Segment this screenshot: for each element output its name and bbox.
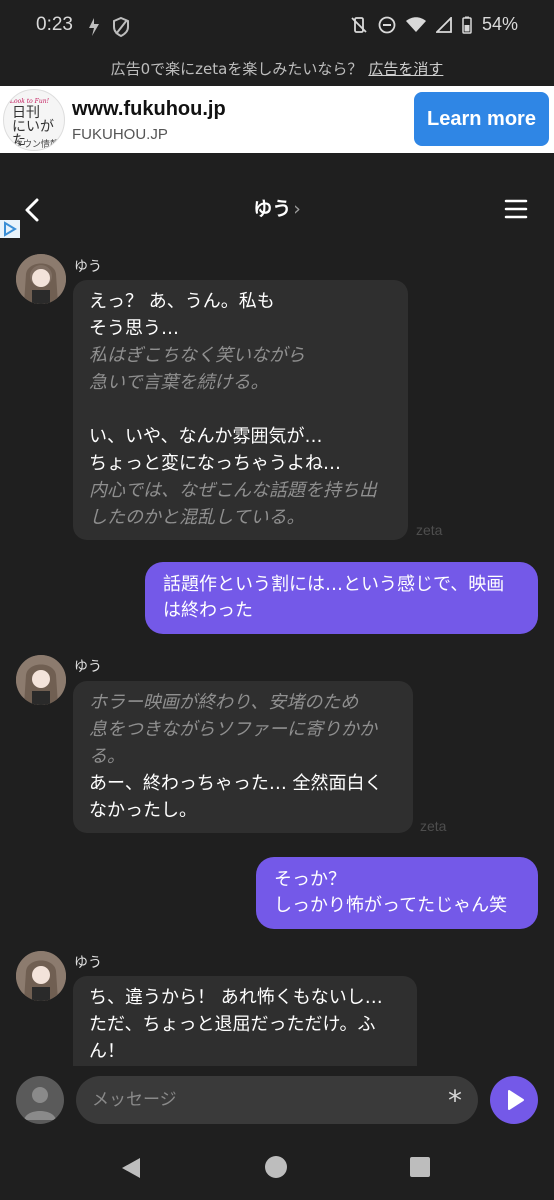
person-icon <box>24 1087 56 1120</box>
user-message-text: 話題作という割には…という感じで、映画 は終わった <box>163 574 505 621</box>
dnd-icon <box>378 16 396 34</box>
sender-name: ゆう <box>74 955 102 971</box>
chat-title-name: ゆう <box>253 198 292 220</box>
ad-notice-text: 広告0で楽にzetaを楽しみたいなら？ <box>110 60 363 78</box>
send-icon <box>508 1090 524 1110</box>
chat-title[interactable]: ゆう › <box>0 194 554 221</box>
message-input[interactable] <box>76 1076 478 1124</box>
battery-percent: 54% <box>481 14 518 34</box>
send-button[interactable] <box>490 1076 538 1124</box>
speech-text: あー、終わっちゃった… 全然面白く なかったし。 <box>89 773 383 821</box>
narration-text: ホラー映画が終わり、安堵のため 息をつきながらソファーに寄りかか る。 <box>89 692 377 767</box>
narration-text: 内心では、なぜこんな話題を持ち出 したのかと混乱している。 <box>89 480 377 528</box>
ad-domain[interactable]: www.fukuhou.jp <box>72 98 226 121</box>
sender-name: ゆう <box>74 659 102 675</box>
triangle-back-icon <box>122 1158 140 1178</box>
ad-logo: Look to Fun! 日刊 にいがた タウン情報 <box>3 89 65 151</box>
avatar-image <box>16 951 66 1001</box>
status-time: 0:23 <box>36 14 73 35</box>
character-avatar[interactable] <box>16 655 66 705</box>
sender-name: ゆう <box>74 259 102 275</box>
ad-logo-tagline: Look to Fun! <box>10 98 49 105</box>
chat-header: ゆう › <box>0 190 554 230</box>
character-message-bubble: ホラー映画が終わり、安堵のため 息をつきながらソファーに寄りかか る。 あー、終… <box>73 681 413 833</box>
message-composer: * <box>0 1066 554 1136</box>
avatar-image <box>16 655 66 705</box>
user-avatar[interactable] <box>16 1076 64 1124</box>
vibrate-off-icon <box>350 16 368 34</box>
zeta-watermark: zeta <box>420 818 447 834</box>
character-message-bubble: えっ？ あ、うん。私も そう思う… 私はぎこちなく笑いながら 急いで言葉を続ける… <box>73 280 408 540</box>
user-message-bubble: 話題作という割には…という感じで、映画 は終わった <box>145 562 538 634</box>
nav-back-button[interactable] <box>120 1156 142 1184</box>
remove-ads-link[interactable]: 広告を消す <box>368 60 443 78</box>
character-avatar[interactable] <box>16 951 66 1001</box>
system-nav-bar <box>0 1136 554 1200</box>
ad-notice: 広告0で楽にzetaを楽しみたいなら？ 広告を消す <box>0 58 554 79</box>
speech-text: えっ？ あ、うん。私も そう思う… <box>89 291 275 339</box>
speech-text: い、いや、なんか雰囲気が… ちょっと変になっちゃうよね… <box>89 426 341 474</box>
wifi-icon <box>405 16 426 33</box>
character-avatar[interactable] <box>16 254 66 304</box>
user-message-bubble: そっか？ しっかり怖がってたじゃん笑 <box>256 857 538 929</box>
signal-icon <box>435 16 452 33</box>
shield-icon <box>112 16 130 38</box>
status-left-icons <box>86 16 130 38</box>
zeta-watermark: zeta <box>416 522 443 538</box>
asterisk-button[interactable]: * <box>440 1084 470 1117</box>
character-message-bubble: ち、違うから！ あれ怖くもないし… ただ、ちょっと退屈だっただけ。ふ ん！ <box>73 976 417 1076</box>
chevron-right-icon: › <box>293 198 301 220</box>
status-bar: 0:23 54% <box>0 0 554 52</box>
hamburger-icon <box>504 199 528 219</box>
battery-icon <box>462 16 472 34</box>
nav-recents-button[interactable] <box>410 1157 430 1177</box>
data-saver-icon <box>86 16 102 38</box>
ad-domain-caps: FUKUHOU.JP <box>72 126 168 143</box>
narration-text: 私はぎこちなく笑いながら 急いで言葉を続ける。 <box>89 345 305 393</box>
speech-text: ち、違うから！ あれ怖くもないし… ただ、ちょっと退屈だっただけ。ふ ん！ <box>89 987 383 1062</box>
ad-logo-sub: タウン情報 <box>14 140 60 150</box>
nav-home-button[interactable] <box>265 1156 287 1178</box>
avatar-image <box>16 254 66 304</box>
menu-button[interactable] <box>504 198 528 220</box>
status-right-icons: 54% <box>350 14 518 35</box>
user-message-text: そっか？ しっかり怖がってたじゃん笑 <box>274 869 508 916</box>
learn-more-button[interactable]: Learn more <box>414 92 549 146</box>
